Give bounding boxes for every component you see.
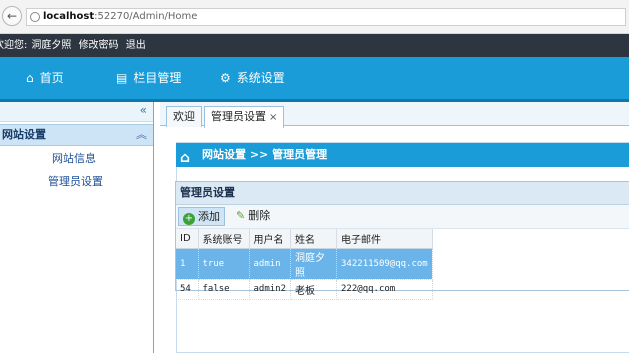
url-path: :52270/Admin/Home bbox=[94, 11, 198, 22]
table-row[interactable]: 54 false admin2 老板 222@qq.com bbox=[176, 279, 433, 300]
globe-icon bbox=[30, 12, 40, 22]
nav-item-label: 系统设置 bbox=[236, 71, 285, 85]
grid-toolbar: + 添加 ✎ 删除 bbox=[176, 205, 629, 229]
tab-label: 管理员设置 bbox=[211, 110, 266, 123]
back-button[interactable]: ← bbox=[2, 6, 22, 26]
tab-bar: 欢迎 管理员设置 × bbox=[160, 102, 629, 128]
gear-icon: ⚙ bbox=[220, 71, 231, 85]
sidebar-item-admin-settings[interactable]: 管理员设置 bbox=[48, 173, 103, 189]
browser-address-bar: ← localhost:52270/Admin/Home bbox=[0, 0, 629, 34]
cell-email: 342211509@qq.com bbox=[336, 248, 433, 280]
tab-welcome[interactable]: 欢迎 bbox=[166, 106, 202, 127]
url-field[interactable]: localhost:52270/Admin/Home bbox=[26, 8, 626, 26]
cell-email: 222@qq.com bbox=[336, 279, 433, 300]
sidebar-item-site-info[interactable]: 网站信息 bbox=[52, 150, 96, 166]
collapse-icon[interactable]: « bbox=[140, 103, 147, 117]
pencil-icon: ✎ bbox=[236, 209, 246, 222]
columns-icon: ▤ bbox=[116, 71, 128, 85]
sidebar-collapse-bar: « bbox=[0, 102, 153, 122]
table-row[interactable]: 1 true admin 洞庭夕照 342211509@qq.com bbox=[176, 248, 433, 280]
admin-table: ID 系统账号 用户名 姓名 电子邮件 1 true admin 洞庭夕照 34… bbox=[176, 229, 433, 300]
nav-item-home[interactable]: ⌂ 首页 bbox=[26, 57, 64, 99]
user-bar: 欢迎您:洞庭夕照 修改密码 退出 bbox=[0, 34, 629, 57]
tab-label: 欢迎 bbox=[173, 110, 195, 123]
cell-id: 54 bbox=[176, 279, 199, 300]
column-header-email[interactable]: 电子邮件 bbox=[336, 229, 433, 249]
column-header-id[interactable]: ID bbox=[176, 229, 199, 249]
delete-button[interactable]: ✎ 删除 bbox=[232, 207, 274, 226]
cell-id: 1 bbox=[176, 248, 199, 280]
home-icon: ⌂ bbox=[26, 71, 34, 85]
cell-system-account: false bbox=[198, 279, 250, 300]
url-host: localhost bbox=[43, 11, 95, 22]
tab-admin-settings[interactable]: 管理员设置 × bbox=[204, 106, 285, 128]
table-header-row: ID 系统账号 用户名 姓名 电子邮件 bbox=[176, 229, 433, 249]
close-icon[interactable]: × bbox=[269, 112, 277, 123]
cell-username: admin bbox=[249, 248, 292, 280]
username-text: 洞庭夕照 bbox=[31, 40, 72, 51]
home-icon: ⌂ bbox=[180, 150, 191, 166]
chevron-up-icon: ︽ bbox=[136, 128, 147, 141]
add-button[interactable]: + 添加 bbox=[178, 207, 225, 226]
nav-item-columns[interactable]: ▤ 栏目管理 bbox=[116, 57, 181, 99]
logout-link[interactable]: 退出 bbox=[126, 40, 146, 51]
sidebar-section-title: 网站设置 bbox=[2, 128, 46, 141]
nav-item-system-settings[interactable]: ⚙ 系统设置 bbox=[220, 57, 285, 99]
cell-username: admin2 bbox=[249, 279, 292, 300]
breadcrumb: ⌂ 网站设置 >> 管理员管理 bbox=[176, 143, 629, 167]
admin-grid: 管理员设置 + 添加 ✎ 删除 ID 系统账号 用户名 姓名 电子邮件 1 true… bbox=[175, 181, 629, 300]
nav-item-label: 首页 bbox=[39, 71, 64, 85]
column-header-system-account[interactable]: 系统账号 bbox=[198, 229, 250, 249]
column-header-username[interactable]: 用户名 bbox=[249, 229, 292, 249]
sidebar-section-website[interactable]: 网站设置 ︽ bbox=[0, 124, 153, 146]
column-header-name[interactable]: 姓名 bbox=[290, 229, 338, 249]
breadcrumb-text: 网站设置 >> 管理员管理 bbox=[202, 148, 328, 161]
add-button-label: 添加 bbox=[198, 210, 220, 223]
grid-title: 管理员设置 bbox=[176, 182, 629, 205]
main-nav: ⌂ 首页 ▤ 栏目管理 ⚙ 系统设置 bbox=[0, 57, 629, 99]
nav-item-label: 栏目管理 bbox=[133, 71, 182, 85]
greeting-text: 欢迎您: bbox=[0, 40, 28, 51]
delete-button-label: 删除 bbox=[248, 209, 271, 222]
plus-icon: + bbox=[183, 213, 195, 225]
cell-name: 老板 bbox=[290, 279, 338, 300]
change-password-link[interactable]: 修改密码 bbox=[79, 40, 119, 51]
cell-name: 洞庭夕照 bbox=[290, 248, 338, 280]
cell-system-account: true bbox=[198, 248, 250, 280]
sidebar: « 网站设置 ︽ 网站信息 管理员设置 bbox=[0, 102, 154, 353]
